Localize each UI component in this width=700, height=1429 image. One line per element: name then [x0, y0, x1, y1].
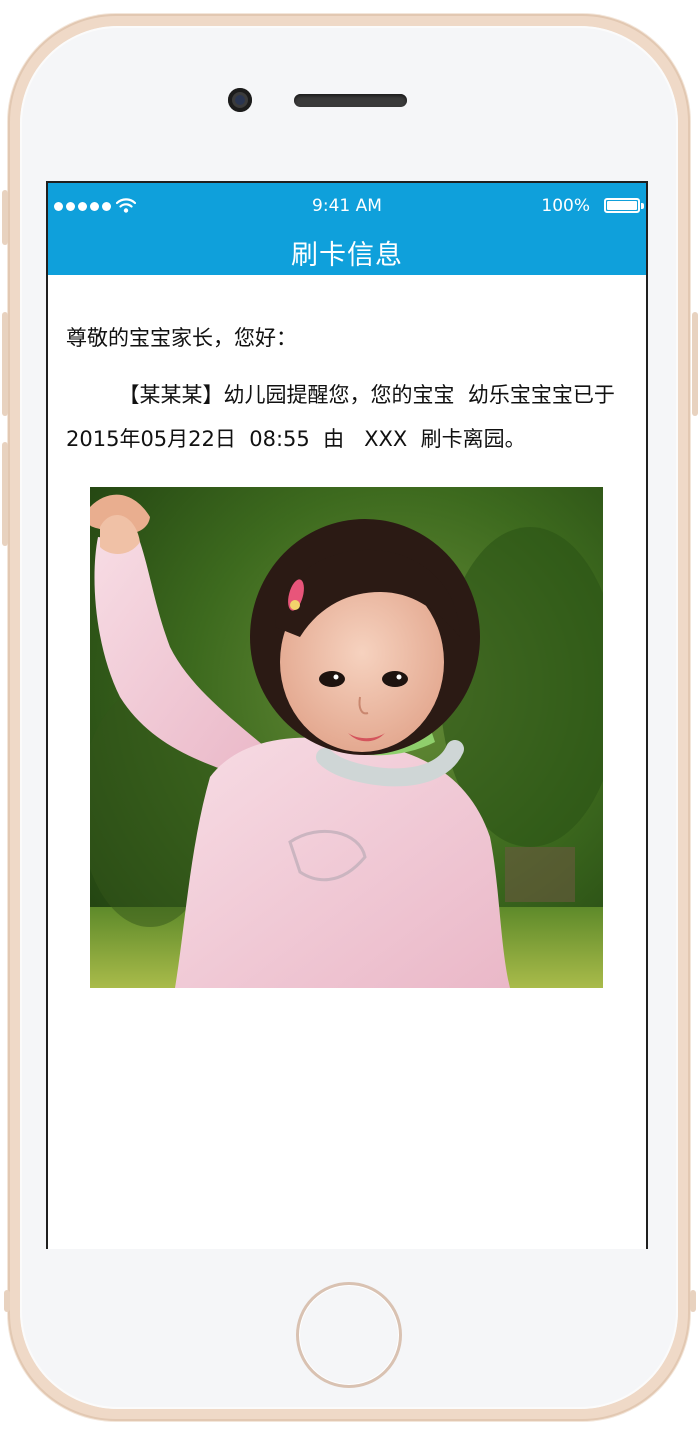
notice-content: 尊敬的宝宝家长，您好： 【某某某】幼儿园提醒您，您的宝宝 幼乐宝宝宝已于2015… [66, 323, 632, 461]
volume-down-button [2, 442, 8, 546]
volume-up-button [2, 312, 8, 416]
power-button [692, 312, 698, 416]
notice-greeting: 尊敬的宝宝家长，您好： [66, 326, 297, 350]
status-bar: 9:41 AM 100% [48, 183, 646, 227]
home-button[interactable] [296, 1282, 402, 1388]
battery-icon [604, 198, 640, 213]
earpiece-speaker [294, 94, 407, 107]
front-camera [228, 88, 252, 112]
battery-tip [641, 203, 644, 209]
notice-message: 【某某某】幼儿园提醒您，您的宝宝 幼乐宝宝宝已于2015年05月22日 08:5… [66, 383, 615, 451]
app-header: 9:41 AM 100% 刷卡信息 [48, 183, 646, 275]
child-photo [90, 487, 603, 988]
battery-level-fill [607, 201, 637, 210]
app-screen: 9:41 AM 100% 刷卡信息 尊敬的宝宝家长，您好： 【某某某】幼儿园提醒… [46, 181, 648, 1249]
bottom-side-nub-right [690, 1290, 696, 1312]
battery-percentage: 100% [541, 196, 590, 216]
bottom-side-nub-left [4, 1290, 10, 1312]
page-title: 刷卡信息 [291, 240, 403, 271]
silent-switch [2, 190, 8, 245]
